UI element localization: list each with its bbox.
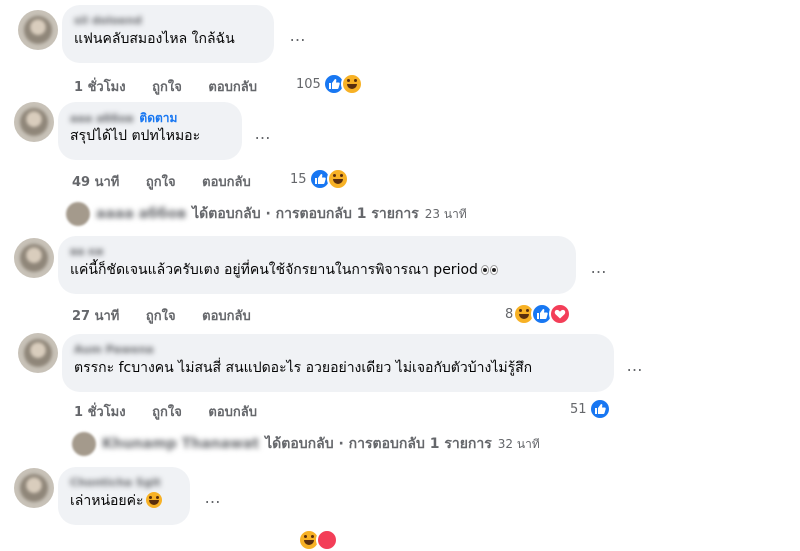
more-options-icon[interactable]: … xyxy=(250,124,276,143)
timestamp[interactable]: 49 นาที xyxy=(72,175,119,190)
comment-bubble: Aum Pawena ตรรกะ fcบางคน ไม่สนสี่ สนแปดอ… xyxy=(62,334,614,392)
comment-text: แค่นี้ก็ชัดเจนแล้วครับเตง อยู่ที่คนใช้จั… xyxy=(70,260,564,280)
comment-text: สรุปได้ไป ตปทไหมอะ xyxy=(70,128,201,144)
comment-bubble: Chonticha Sgit เล่าหน่อยค่ะ xyxy=(58,467,190,525)
reply-author-name: аааа аббов xyxy=(96,206,187,222)
reaction-summary[interactable]: 15 xyxy=(290,168,349,190)
comment-bubble: ва ки แค่นี้ก็ชัดเจนแล้วครับเตง อยู่ที่ค… xyxy=(58,236,576,294)
author-name[interactable]: sil doloend xyxy=(74,13,262,29)
author-name[interactable]: ааа аббов ติดตาม xyxy=(70,110,230,126)
comment-actions: 1 ชั่วโมง ถูกใจ ตอบกลับ xyxy=(74,76,279,97)
reply-summary-text: ได้ตอบกลับ · การตอบกลับ 1 รายการ xyxy=(192,206,419,222)
more-options-icon[interactable]: … xyxy=(285,26,311,45)
avatar[interactable] xyxy=(14,468,54,508)
author-name[interactable]: Aum Pawena xyxy=(74,342,602,358)
timestamp[interactable]: 1 ชั่วโมง xyxy=(74,80,126,95)
reaction-count: 51 xyxy=(570,401,587,417)
author-name[interactable]: Chonticha Sgit xyxy=(70,475,178,491)
avatar[interactable] xyxy=(14,102,54,142)
author-name[interactable]: ва ки xyxy=(70,244,564,260)
reply-avatar xyxy=(66,202,90,226)
like-button[interactable]: ถูกใจ xyxy=(152,80,182,95)
reaction-count: 15 xyxy=(290,171,307,187)
reply-summary-text: ได้ตอบกลับ · การตอบกลับ 1 รายการ xyxy=(265,436,492,452)
reaction-summary[interactable]: 51 xyxy=(570,398,611,420)
love-reaction-icon xyxy=(549,303,572,325)
love-reaction-icon xyxy=(316,529,338,551)
reaction-count: 8 xyxy=(505,306,514,322)
like-button[interactable]: ถูกใจ xyxy=(146,309,176,324)
more-options-icon[interactable]: … xyxy=(586,258,612,277)
reply-button[interactable]: ตอบกลับ xyxy=(202,309,251,324)
reply-button[interactable]: ตอบกลับ xyxy=(202,175,251,190)
like-button[interactable]: ถูกใจ xyxy=(152,405,182,420)
avatar[interactable] xyxy=(18,10,58,50)
comment-bubble: ааа аббов ติดตาม สรุปได้ไป ตปทไหมอะ xyxy=(58,102,242,160)
haha-reaction-icon xyxy=(340,73,363,95)
reply-timestamp: 23 นาที xyxy=(424,206,467,221)
reaction-summary[interactable]: 8 xyxy=(505,303,572,325)
comment-bubble: sil doloend แฟนคลับสมองไหล ใกล้ฉัน xyxy=(62,5,274,63)
reply-avatar xyxy=(72,432,96,456)
like-reaction-icon xyxy=(588,398,611,420)
reaction-count: 105 xyxy=(296,76,321,92)
comment-actions: 1 ชั่วโมง ถูกใจ ตอบกลับ xyxy=(74,401,279,422)
comment-actions: 49 นาที ถูกใจ ตอบกลับ xyxy=(72,171,273,192)
follow-link[interactable]: ติดตาม xyxy=(139,111,177,125)
more-options-icon[interactable]: … xyxy=(200,488,226,507)
eyes-emoji-icon xyxy=(480,265,499,275)
view-replies-link[interactable]: аааа аббов ได้ตอบกลับ · การตอบกลับ 1 ราย… xyxy=(66,202,467,226)
comment-actions: 27 นาที ถูกใจ ตอบกลับ xyxy=(72,305,273,326)
haha-reaction-icon xyxy=(326,168,349,190)
timestamp[interactable]: 27 นาที xyxy=(72,309,119,324)
reaction-summary-partial[interactable] xyxy=(298,529,338,551)
timestamp[interactable]: 1 ชั่วโมง xyxy=(74,405,126,420)
comment-text: เล่าหน่อยค่ะ xyxy=(70,491,178,511)
comment-text: ตรรกะ fcบางคน ไม่สนสี่ สนแปดอะไร อวยอย่า… xyxy=(74,360,533,376)
like-button[interactable]: ถูกใจ xyxy=(146,175,176,190)
laughing-emoji-icon xyxy=(145,492,162,508)
reply-button[interactable]: ตอบกลับ xyxy=(208,405,257,420)
more-options-icon[interactable]: … xyxy=(622,356,648,375)
reply-timestamp: 32 นาที xyxy=(497,436,540,451)
reply-button[interactable]: ตอบกลับ xyxy=(208,80,257,95)
reaction-summary[interactable]: 105 xyxy=(296,73,363,95)
avatar[interactable] xyxy=(18,333,58,373)
view-replies-link[interactable]: Khunamp Thanawat ได้ตอบกลับ · การตอบกลับ… xyxy=(72,432,540,456)
comment-text: แฟนคลับสมองไหล ใกล้ฉัน xyxy=(74,31,235,47)
reply-author-name: Khunamp Thanawat xyxy=(102,436,260,452)
avatar[interactable] xyxy=(14,238,54,278)
